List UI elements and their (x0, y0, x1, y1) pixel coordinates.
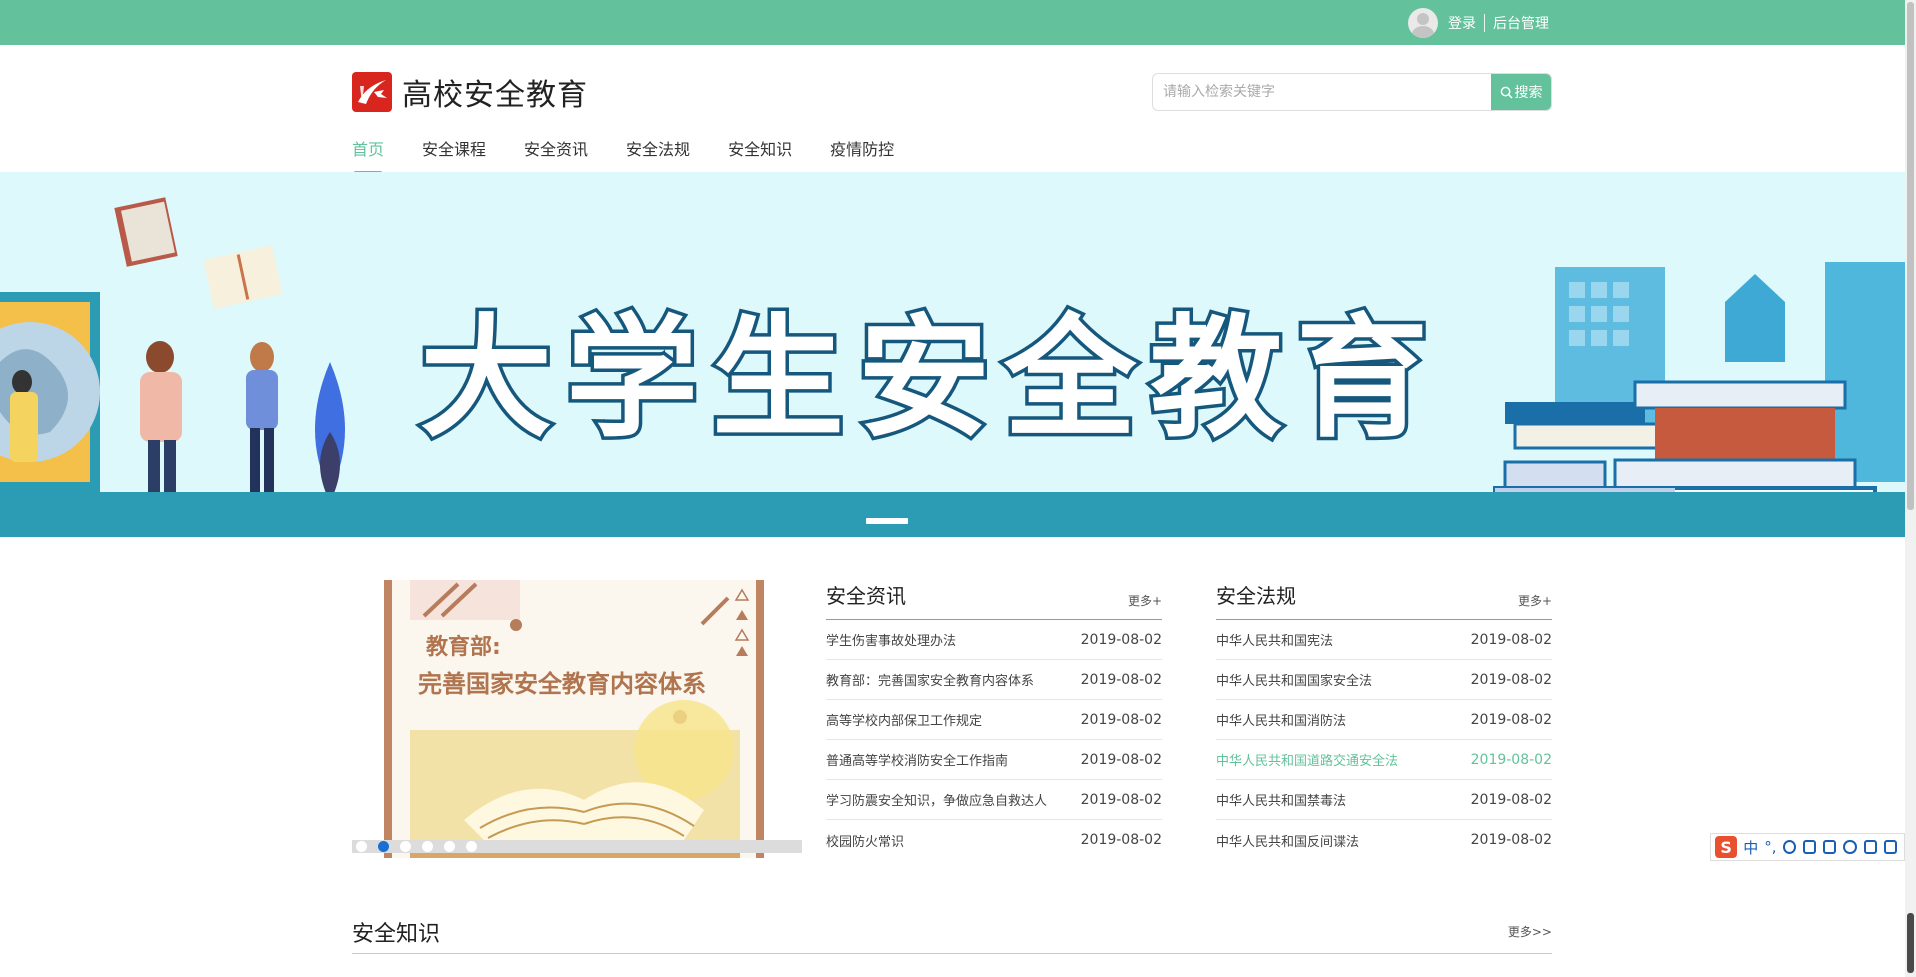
list-item-title: 中华人民共和国禁毒法 (1216, 794, 1347, 809)
list-item-title: 学习防震安全知识，争做应急自救达人 (826, 794, 1048, 809)
avatar[interactable] (1408, 8, 1438, 38)
list-item-date: 2019-08-02 (1080, 631, 1162, 648)
nav-courses[interactable]: 安全课程 (422, 136, 486, 174)
list-item-title: 高等学校内部保卫工作规定 (826, 714, 983, 729)
hero-banner[interactable]: 大学生安全教育 (0, 172, 1905, 537)
nav-knowledge[interactable]: 安全知识 (728, 136, 792, 174)
banner-title: 大学生安全教育 (417, 299, 1442, 460)
news-title: 安全资讯 (826, 584, 906, 608)
list-item-date: 2019-08-02 (1470, 711, 1552, 728)
list-item-title: 教育部：完善国家安全教育内容体系 (826, 674, 1035, 689)
list-item-date: 2019-08-02 (1470, 671, 1552, 688)
list-item-date: 2019-08-02 (1470, 631, 1552, 648)
list-item-date: 2019-08-02 (1470, 832, 1552, 848)
top-bar: 登录 后台管理 (0, 0, 1905, 45)
news-header: 安全资讯 更多+ (826, 580, 1162, 620)
list-item[interactable]: 学生伤害事故处理办法 2019-08-02 (826, 620, 1162, 660)
user-area: 登录 后台管理 (1408, 8, 1549, 38)
logo-icon (352, 72, 392, 112)
sogou-icon[interactable]: S (1715, 836, 1738, 858)
divider (1484, 14, 1485, 32)
emoji-icon[interactable] (1782, 840, 1796, 854)
slider-dots (352, 840, 802, 853)
list-item-date: 2019-08-02 (1080, 751, 1162, 768)
search-button[interactable]: 搜索 (1491, 74, 1551, 110)
list-item-title: 中华人民共和国宪法 (1216, 634, 1334, 649)
knowledge-title: 安全知识 (352, 921, 441, 947)
list-item[interactable]: 中华人民共和国反间谍法 2019-08-02 (1216, 820, 1552, 860)
list-item-date: 2019-08-02 (1470, 791, 1552, 808)
feature-line2: 完善国家安全教育内容体系 (418, 670, 706, 698)
banner-left-illustration (0, 197, 345, 510)
list-item-hovered[interactable]: 中华人民共和国道路交通安全法 2019-08-02 (1216, 740, 1552, 780)
ime-punct-toggle[interactable]: °, (1764, 838, 1776, 856)
news-section: 安全资讯 更多+ 学生伤害事故处理办法 2019-08-02 教育部：完善国家安全… (826, 580, 1162, 860)
list-item[interactable]: 中华人民共和国消防法 2019-08-02 (1216, 700, 1552, 740)
list-item[interactable]: 普通高等学校消防安全工作指南 2019-08-02 (826, 740, 1162, 780)
slider-dot[interactable] (356, 841, 367, 852)
nav-news[interactable]: 安全资讯 (524, 136, 588, 174)
keyboard-icon[interactable] (1823, 840, 1837, 854)
list-item[interactable]: 校园防火常识 2019-08-02 (826, 820, 1162, 860)
site-logo[interactable]: 高校安全教育 (352, 70, 588, 114)
laws-more-link[interactable]: 更多+ (1518, 592, 1552, 609)
news-more-link[interactable]: 更多+ (1128, 592, 1162, 609)
list-item-date: 2019-08-02 (1080, 711, 1162, 728)
feature-image: 教育部: 完善国家安全教育内容体系 (384, 580, 764, 858)
knowledge-more-link[interactable]: 更多>> (1508, 923, 1552, 940)
admin-link[interactable]: 后台管理 (1493, 13, 1549, 33)
slider-dot[interactable] (400, 841, 411, 852)
nav-epidemic[interactable]: 疫情防控 (830, 136, 894, 174)
list-item-date: 2019-08-02 (1080, 832, 1162, 848)
page-scrollbar[interactable] (1905, 0, 1916, 977)
microphone-icon[interactable] (1802, 840, 1816, 854)
shirt-icon[interactable] (1863, 840, 1877, 854)
nav-home[interactable]: 首页 (352, 136, 384, 174)
list-item-title: 中华人民共和国反间谍法 (1216, 834, 1360, 850)
list-item-date: 2019-08-02 (1080, 791, 1162, 808)
scrollbar-thumb-secondary[interactable] (1907, 913, 1914, 973)
list-item[interactable]: 高等学校内部保卫工作规定 2019-08-02 (826, 700, 1162, 740)
banner-indicator[interactable] (866, 518, 908, 524)
scrollbar-thumb[interactable] (1907, 2, 1914, 510)
grid-icon[interactable] (1883, 840, 1897, 854)
list-item[interactable]: 教育部：完善国家安全教育内容体系 2019-08-02 (826, 660, 1162, 700)
slider-dot[interactable] (466, 841, 477, 852)
site-title: 高校安全教育 (402, 78, 588, 113)
list-item-title: 中华人民共和国道路交通安全法 (1216, 754, 1399, 769)
list-item-date: 2019-08-02 (1080, 671, 1162, 688)
feature-slider[interactable]: 教育部: 完善国家安全教育内容体系 (352, 580, 802, 858)
feature-line1: 教育部: (426, 634, 501, 660)
ime-lang-toggle[interactable]: 中 (1743, 837, 1758, 858)
list-item-date: 2019-08-02 (1470, 751, 1552, 768)
list-item-title: 中华人民共和国消防法 (1216, 714, 1347, 729)
list-item[interactable]: 学习防震安全知识，争做应急自救达人 2019-08-02 (826, 780, 1162, 820)
list-item-title: 校园防火常识 (826, 834, 905, 850)
list-item-title: 中华人民共和国国家安全法 (1216, 674, 1373, 689)
list-item-title: 普通高等学校消防安全工作指南 (826, 754, 1009, 769)
laws-title: 安全法规 (1216, 584, 1296, 608)
search-button-label: 搜索 (1514, 85, 1543, 101)
list-item[interactable]: 中华人民共和国禁毒法 2019-08-02 (1216, 780, 1552, 820)
nav-laws[interactable]: 安全法规 (626, 136, 690, 174)
slider-dot[interactable] (444, 841, 455, 852)
search-icon (1500, 86, 1513, 99)
banner-right-illustration (1493, 262, 1905, 536)
search-input[interactable] (1153, 74, 1491, 110)
list-item-title: 学生伤害事故处理办法 (826, 634, 957, 649)
slider-dot[interactable] (422, 841, 433, 852)
ime-toolbar[interactable]: S 中 °, (1710, 833, 1905, 861)
banner-strip (0, 492, 1905, 537)
login-link[interactable]: 登录 (1448, 13, 1476, 33)
list-item[interactable]: 中华人民共和国宪法 2019-08-02 (1216, 620, 1552, 660)
list-item[interactable]: 中华人民共和国国家安全法 2019-08-02 (1216, 660, 1552, 700)
user-icon[interactable] (1843, 840, 1857, 854)
laws-section: 安全法规 更多+ 中华人民共和国宪法 2019-08-02 中华人民共和国国家安全… (1216, 580, 1552, 860)
search-bar: 搜索 (1152, 73, 1552, 111)
knowledge-header: 安全知识 更多>> (352, 910, 1552, 954)
laws-header: 安全法规 更多+ (1216, 580, 1552, 620)
main-nav: 首页 安全课程 安全资讯 安全法规 安全知识 疫情防控 (352, 136, 932, 174)
slider-dot-active[interactable] (378, 841, 389, 852)
